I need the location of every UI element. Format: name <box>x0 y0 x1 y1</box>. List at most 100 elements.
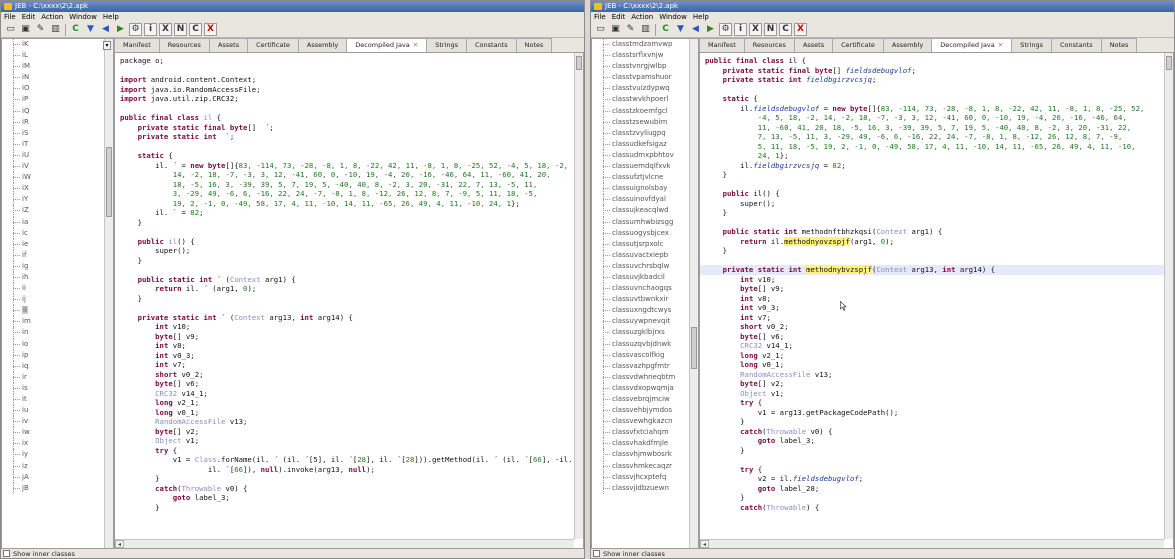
tree-item[interactable]: in <box>2 327 113 339</box>
left-decompiled-code[interactable]: package o; import android.content.Context… <box>120 56 583 512</box>
menu-file[interactable]: File <box>594 12 606 22</box>
tree-item[interactable]: classvhakdfmjle <box>592 438 698 450</box>
tree-item[interactable]: iR <box>2 116 113 128</box>
tree-item[interactable]: ix <box>2 438 113 450</box>
tree-item[interactable]: classuignolsbay <box>592 183 698 195</box>
tree-item[interactable]: classudmxpbhtov <box>592 149 698 162</box>
tree-item[interactable]: ij <box>2 294 113 306</box>
tree-item[interactable]: iw <box>2 427 113 439</box>
show-inner-classes-checkbox[interactable] <box>593 550 600 557</box>
tree-item[interactable]: ic <box>2 227 113 239</box>
tree-item[interactable]: classufztjvlcne <box>592 172 698 184</box>
tab-assets[interactable]: Assets <box>793 38 834 52</box>
tab-decompiled-java[interactable]: Decompiled Java ✕ <box>931 38 1013 53</box>
tree-item[interactable]: classtvuizdypwq <box>592 83 698 95</box>
tree-item[interactable]: iK <box>2 39 113 51</box>
tree-item[interactable]: iM <box>2 61 113 73</box>
forward-icon[interactable]: ▶ <box>704 23 717 36</box>
left-editor-scrollbar[interactable] <box>574 53 583 539</box>
rename-n-icon[interactable]: N <box>174 23 187 36</box>
tree-item[interactable]: ir <box>2 371 113 384</box>
tree-item[interactable]: classuvactxiepb <box>592 249 698 261</box>
tab-certificate[interactable]: Certificate <box>247 38 299 52</box>
filter-icon[interactable]: ▼ <box>84 23 97 36</box>
tree-item[interactable]: iY <box>2 194 113 206</box>
tab-decompiled-java[interactable]: Decompiled Java ✕ <box>346 38 428 53</box>
rename-n-icon[interactable]: N <box>764 23 777 36</box>
tree-item[interactable]: classvfxtciahqm <box>592 427 698 439</box>
tree-item[interactable]: classvewhgkazcn <box>592 416 698 428</box>
tab-notes[interactable]: Notes <box>1100 38 1138 52</box>
tree-item[interactable]: classumhwbizsgg <box>592 216 698 228</box>
tree-item[interactable]: classuxngdtcwys <box>592 305 698 317</box>
show-inner-classes-checkbox[interactable] <box>3 550 10 557</box>
tree-item[interactable]: iT <box>2 138 113 151</box>
tab-manifest[interactable]: Manifest <box>699 38 745 52</box>
menu-action[interactable]: Action <box>631 12 653 22</box>
tree-item[interactable]: classvehbjymdos <box>592 405 698 417</box>
tree-item[interactable]: classvdwhneqbtm <box>592 371 698 384</box>
tree-item[interactable]: classvascolfkig <box>592 349 698 361</box>
settings-icon[interactable]: ⚙ <box>719 23 732 36</box>
tree-item[interactable]: ie <box>2 238 113 250</box>
class-c-icon[interactable]: C <box>69 23 82 36</box>
menu-file[interactable]: File <box>4 12 16 22</box>
tree-item[interactable]: iO <box>2 83 113 95</box>
tree-item[interactable]: iW <box>2 172 113 184</box>
menu-window[interactable]: Window <box>659 12 687 22</box>
info-icon[interactable]: i <box>734 23 747 36</box>
tree-item[interactable]: classvazhpgfmtr <box>592 360 698 372</box>
tree-item[interactable]: classudkefsigaz <box>592 138 698 151</box>
tree-item[interactable]: if <box>2 249 113 261</box>
comment-c-icon[interactable]: C <box>779 23 792 36</box>
tree-item[interactable]: classuzqvbjdnwk <box>592 338 698 350</box>
tree-item[interactable]: ig <box>2 260 113 273</box>
tree-item[interactable]: classuvnchaogqs <box>592 283 698 295</box>
close-tab-icon[interactable]: ✕ <box>413 41 418 49</box>
tree-item[interactable]: classtsrflxvnjw <box>592 50 698 62</box>
tree-item[interactable]: classtzsewubirn <box>592 116 698 128</box>
tree-item[interactable]: iy <box>2 449 113 461</box>
left-class-tree[interactable]: iK iL iM iN iO iP iQ iR iS iT iU iV iW iX iY iZ ia ic ie if… <box>1 38 114 549</box>
tree-item[interactable]: ih <box>2 271 113 284</box>
pen-icon[interactable]: ✎ <box>624 23 637 36</box>
tree-item[interactable]: classuvchrsbqlw <box>592 260 698 273</box>
tree-item[interactable]: classvjidbzuewn <box>592 482 698 494</box>
close-tab-icon[interactable]: ✕ <box>998 41 1003 49</box>
tree-item[interactable]: iz <box>2 460 113 472</box>
tree-item[interactable]: ii <box>2 283 113 295</box>
tab-resources[interactable]: Resources <box>743 38 795 52</box>
tree-item[interactable]: classtwvkhpoerl <box>592 94 698 106</box>
tree-item[interactable]: classuvtbwnkxir <box>592 294 698 306</box>
forward-icon[interactable]: ▶ <box>114 23 127 36</box>
tab-assembly[interactable]: Assembly <box>297 38 348 52</box>
tree-item[interactable]: classvdxopwqmja <box>592 382 698 395</box>
right-editor-hscrollbar[interactable]: ◂ <box>700 539 1164 548</box>
filter-icon[interactable]: ▼ <box>674 23 687 36</box>
menu-action[interactable]: Action <box>41 12 63 22</box>
tab-certificate[interactable]: Certificate <box>832 38 884 52</box>
back-icon[interactable]: ◀ <box>99 23 112 36</box>
tree-item[interactable]: classuinovfdyal <box>592 194 698 206</box>
menu-help[interactable]: Help <box>693 12 709 22</box>
tab-constants[interactable]: Constants <box>466 38 517 52</box>
pen-icon[interactable]: ✎ <box>34 23 47 36</box>
tree-item[interactable]: classuogysbjcex <box>592 227 698 239</box>
tree-item[interactable]: classtvpamshuor <box>592 72 698 84</box>
tree-item[interactable]: classvhjmwbosrk <box>592 449 698 461</box>
bookmark-icon[interactable]: ▥ <box>639 23 652 36</box>
tree-item[interactable]: iX <box>2 183 113 195</box>
right-decompiled-code[interactable]: public final class il { private static f… <box>700 56 1173 512</box>
right-tree-scrollbar[interactable] <box>689 39 698 548</box>
open-file-icon[interactable]: ▭ <box>4 23 17 36</box>
settings-icon[interactable]: ⚙ <box>129 23 142 36</box>
tab-constants[interactable]: Constants <box>1051 38 1102 52</box>
tab-strings[interactable]: Strings <box>1011 38 1053 52</box>
tree-item[interactable]: iS <box>2 127 113 139</box>
tree-item[interactable]: iV <box>2 161 113 173</box>
tree-item[interactable]: iU <box>2 149 113 162</box>
scroll-thumb[interactable] <box>106 147 112 217</box>
tree-item[interactable]: iQ <box>2 105 113 117</box>
tree-item[interactable]: classvhmkecaqzr <box>592 460 698 472</box>
tree-item[interactable]: iu <box>2 405 113 417</box>
